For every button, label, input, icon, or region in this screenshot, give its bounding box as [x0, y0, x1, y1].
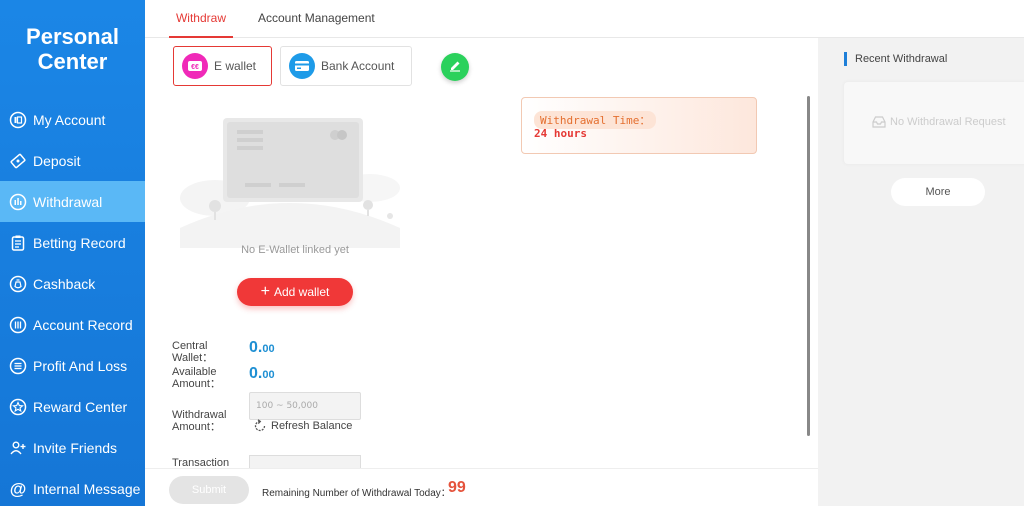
withdrawal-icon — [9, 193, 27, 211]
sidebar-item-betting-record[interactable]: Betting Record — [0, 222, 145, 263]
reward-icon — [9, 398, 27, 416]
available-label-line1: Available — [172, 366, 217, 378]
invite-icon — [9, 439, 27, 457]
central-wallet-amount: 0.00 — [249, 339, 275, 357]
pencil-icon — [448, 58, 462, 77]
sidebar-item-label: Deposit — [33, 152, 81, 169]
sidebar-item-deposit[interactable]: Deposit — [0, 140, 145, 181]
sidebar-item-label: Invite Friends — [33, 439, 118, 456]
recent-withdrawal-empty-card: No Withdrawal Request — [844, 82, 1024, 164]
withdraw-panel: €€ E wallet Bank Account Withdrawal Time… — [145, 38, 818, 506]
submit-button[interactable]: Submit — [169, 476, 249, 504]
sidebar-item-label: Withdrawal — [33, 193, 103, 210]
available-amount-label: Available Amount： — [172, 366, 242, 390]
sidebar-title-line1: Personal — [26, 24, 119, 49]
sidebar-item-invite-friends[interactable]: Invite Friends — [0, 427, 145, 468]
refresh-icon — [253, 419, 267, 433]
withdrawal-time-value: 24 hours — [534, 127, 587, 140]
withdrawal-label-line2: Amount： — [172, 421, 221, 433]
bank-account-label: Bank Account — [321, 59, 395, 73]
central-wallet-label: Central Wallet： — [172, 340, 242, 364]
sidebar-item-my-account[interactable]: My Account — [0, 99, 145, 140]
account-record-icon — [9, 316, 27, 334]
sidebar-item-label: Account Record — [33, 316, 133, 333]
ewallet-method-button[interactable]: €€ E wallet — [173, 46, 272, 86]
tab-account-management[interactable]: Account Management — [258, 0, 375, 38]
cashback-icon — [9, 275, 27, 293]
sidebar-item-label: Cashback — [33, 275, 96, 292]
svg-text:@: @ — [10, 480, 27, 498]
sidebar-item-cashback[interactable]: Cashback — [0, 263, 145, 304]
edit-button[interactable] — [441, 53, 469, 81]
sidebar-title: Personal Center — [0, 0, 145, 97]
ewallet-label: E wallet — [214, 59, 257, 73]
sidebar-item-withdrawal[interactable]: Withdrawal — [0, 181, 145, 222]
sidebar-title-line2: Center — [37, 49, 108, 74]
recent-withdrawal-panel: Recent Withdrawal No Withdrawal Request … — [818, 38, 1024, 506]
withdrawal-time-box: Withdrawal Time： 24 hours — [521, 97, 757, 154]
sidebar: Personal Center My Account Deposit Withd… — [0, 0, 145, 506]
sidebar-item-label: My Account — [33, 111, 106, 128]
central-wallet-dec: 00 — [262, 343, 275, 355]
wallet-icon: €€ — [182, 53, 208, 79]
message-icon: @ — [9, 480, 27, 498]
no-withdrawal-request-text: No Withdrawal Request — [890, 116, 1006, 128]
withdrawal-label-line1: Withdrawal — [172, 409, 227, 421]
bank-account-method-button[interactable]: Bank Account — [280, 46, 412, 86]
more-button[interactable]: More — [891, 178, 985, 206]
available-int: 0. — [249, 365, 263, 382]
remaining-withdrawal-count: 99 — [448, 479, 466, 496]
refresh-balance-label: Refresh Balance — [271, 420, 353, 432]
top-tabs: Withdraw Account Management — [145, 0, 1024, 38]
betting-record-icon — [9, 234, 27, 252]
empty-wallet-illustration — [180, 118, 400, 248]
vertical-scrollbar[interactable] — [807, 96, 810, 436]
sidebar-item-account-record[interactable]: Account Record — [0, 304, 145, 345]
available-amount: 0.00 — [249, 365, 275, 383]
bottom-bar: Submit Remaining Number of Withdrawal To… — [145, 468, 818, 506]
tab-withdraw[interactable]: Withdraw — [169, 0, 233, 38]
sidebar-item-label: Betting Record — [33, 234, 126, 251]
empty-wallet-text: No E-Wallet linked yet — [241, 244, 349, 256]
sidebar-item-label: Reward Center — [33, 398, 128, 415]
remaining-withdrawal-label: Remaining Number of Withdrawal Today： — [262, 488, 451, 499]
sidebar-item-label: Profit And Loss — [33, 357, 128, 374]
add-wallet-button[interactable]: + Add wallet — [237, 278, 353, 306]
transaction-input[interactable] — [249, 455, 361, 469]
recent-withdrawal-title: Recent Withdrawal — [844, 52, 947, 66]
available-dec: 00 — [262, 369, 275, 381]
refresh-balance-button[interactable]: Refresh Balance — [253, 419, 352, 433]
available-label-line2: Amount： — [172, 378, 221, 390]
no-withdrawal-request: No Withdrawal Request — [872, 116, 1006, 128]
central-wallet-label-line1: Central — [172, 340, 208, 352]
sidebar-item-internal-message[interactable]: @ Internal Message — [0, 468, 145, 506]
withdrawal-amount-input[interactable]: 100 ~ 50,000 — [249, 392, 361, 420]
sidebar-item-label: Internal Message — [33, 480, 141, 497]
sidebar-item-profit-loss[interactable]: Profit And Loss — [0, 345, 145, 386]
svg-text:€€: €€ — [191, 64, 199, 71]
account-icon — [9, 111, 27, 129]
add-wallet-label: Add wallet — [273, 285, 330, 299]
deposit-icon — [9, 152, 27, 170]
central-wallet-int: 0. — [249, 339, 263, 356]
bank-card-icon — [289, 53, 315, 79]
empty-inbox-icon — [872, 116, 886, 128]
sidebar-item-reward-center[interactable]: Reward Center — [0, 386, 145, 427]
profit-loss-icon — [9, 357, 27, 375]
withdrawal-amount-label: Withdrawal Amount： — [172, 409, 242, 433]
central-wallet-label-line2: Wallet： — [172, 352, 214, 364]
plus-icon: + — [260, 283, 270, 300]
